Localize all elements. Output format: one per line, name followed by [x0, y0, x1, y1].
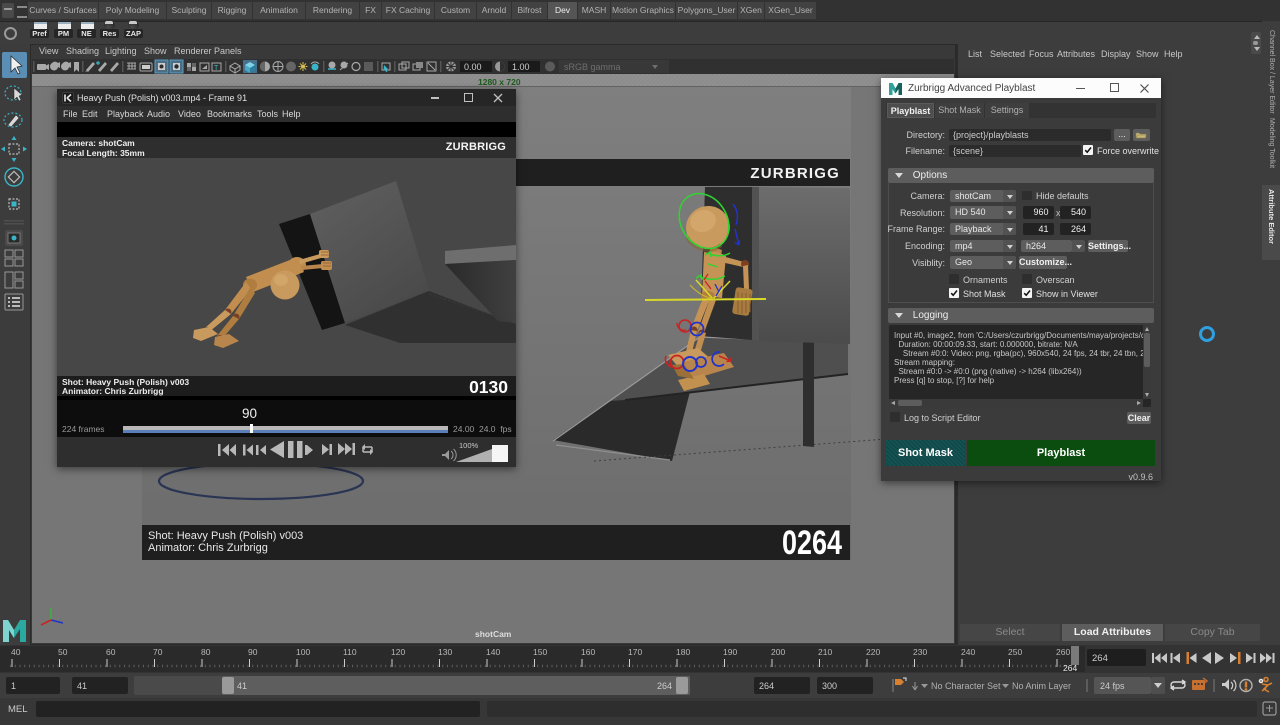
svg-text:0.00: 0.00	[464, 62, 482, 72]
svg-text:MEL: MEL	[8, 704, 28, 715]
svg-text:230: 230	[913, 647, 927, 657]
svg-text:150: 150	[533, 647, 547, 657]
svg-text:sRGB gamma: sRGB gamma	[564, 62, 621, 72]
svg-text:130: 130	[438, 647, 452, 657]
svg-text:ZURBRIGG: ZURBRIGG	[750, 165, 840, 182]
svg-text:170: 170	[628, 647, 642, 657]
svg-text:90: 90	[248, 647, 258, 657]
svg-text:110: 110	[343, 647, 357, 657]
svg-text:70: 70	[153, 647, 163, 657]
svg-text:Shot: Heavy Push (Polish) v003: Shot: Heavy Push (Polish) v003	[148, 530, 303, 542]
svg-text:60: 60	[106, 647, 116, 657]
svg-text:shotCam: shotCam	[475, 629, 512, 639]
svg-text:140: 140	[486, 647, 500, 657]
svg-text:T: T	[214, 65, 219, 72]
svg-text:80: 80	[201, 647, 211, 657]
svg-text:100%: 100%	[459, 441, 479, 450]
svg-text:50: 50	[58, 647, 68, 657]
svg-text:41: 41	[237, 681, 247, 691]
svg-text:1280 x 720: 1280 x 720	[478, 77, 521, 87]
svg-text:300: 300	[822, 681, 837, 691]
svg-text:24 fps: 24 fps	[1100, 681, 1125, 691]
svg-text:250: 250	[1008, 647, 1022, 657]
svg-text:260: 260	[1056, 647, 1070, 657]
svg-text:120: 120	[391, 647, 405, 657]
svg-text:264: 264	[1063, 663, 1077, 673]
svg-text:200: 200	[771, 647, 785, 657]
svg-text:0264: 0264	[782, 524, 842, 562]
svg-text:264: 264	[759, 681, 774, 691]
svg-text:160: 160	[581, 647, 595, 657]
svg-text:Animator: Chris Zurbrigg: Animator: Chris Zurbrigg	[148, 542, 268, 554]
svg-text:100: 100	[296, 647, 310, 657]
svg-text:264: 264	[657, 681, 672, 691]
svg-text:41: 41	[77, 681, 87, 691]
svg-text:240: 240	[961, 647, 975, 657]
svg-text:1.00: 1.00	[512, 62, 530, 72]
svg-text:No Anim Layer: No Anim Layer	[1012, 681, 1071, 691]
svg-text:180: 180	[676, 647, 690, 657]
svg-text:210: 210	[818, 647, 832, 657]
svg-text:1: 1	[11, 681, 16, 691]
svg-text:No Character Set: No Character Set	[931, 681, 1001, 691]
svg-text:40: 40	[11, 647, 21, 657]
svg-text:264: 264	[1092, 653, 1108, 664]
svg-text:190: 190	[723, 647, 737, 657]
svg-text:220: 220	[866, 647, 880, 657]
